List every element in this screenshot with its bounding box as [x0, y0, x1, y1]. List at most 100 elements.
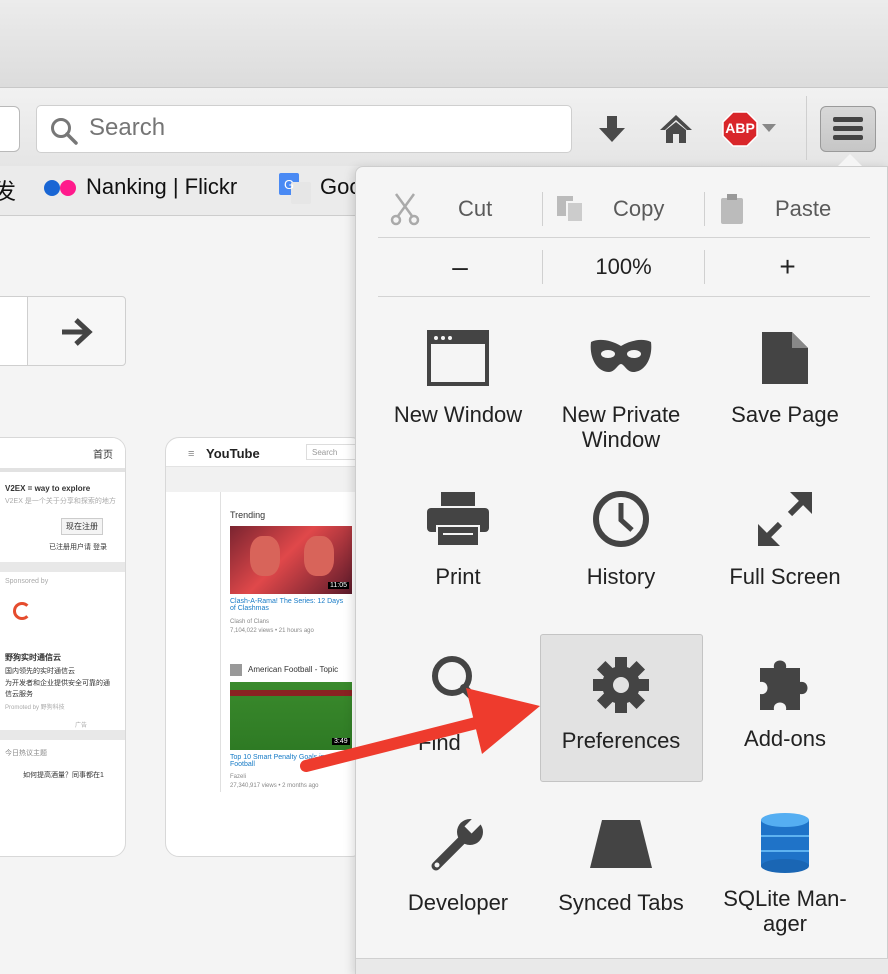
- video-title-2[interactable]: Top 10 Smart Penalty Goals in Football: [230, 754, 350, 768]
- scissors-icon: [390, 193, 420, 226]
- menu-divider-2: [378, 296, 870, 297]
- synced-tabs-icon: [590, 820, 652, 868]
- database-icon: [761, 813, 809, 873]
- video-channel-2: Fazeli: [230, 774, 247, 780]
- developer-label: Developer: [407, 890, 509, 915]
- synced-tabs-button[interactable]: Synced Tabs: [541, 818, 701, 915]
- clipboard-icon: [721, 194, 743, 224]
- paste-button[interactable]: Paste: [705, 186, 870, 232]
- new-private-window-label-line1: New Private: [561, 402, 681, 427]
- print-button[interactable]: Print: [378, 490, 538, 589]
- page-search-go-button[interactable]: [27, 296, 126, 366]
- top-site-tile-v2ex[interactable]: 首页 V2EX = way to explore V2EX 是一个关于分享和探索…: [0, 437, 126, 857]
- zoom-out-button[interactable]: –: [378, 244, 542, 290]
- video-meta-2: 27,340,917 views • 2 months ago: [230, 783, 319, 789]
- search-bar[interactable]: [36, 105, 572, 153]
- history-label: History: [586, 564, 656, 589]
- download-arrow-icon[interactable]: [596, 114, 628, 146]
- search-icon: [51, 118, 78, 145]
- zoom-in-button[interactable]: +: [705, 244, 870, 290]
- video-thumbnail-1[interactable]: 11:05: [230, 526, 352, 594]
- new-window-button[interactable]: New Window: [378, 330, 538, 427]
- mask-icon: [590, 339, 652, 372]
- window-titlebar: [0, 0, 888, 88]
- bookmark-item-flickr[interactable]: Nanking | Flickr: [86, 174, 237, 200]
- v2ex-sponsored: Sponsored by: [5, 578, 49, 585]
- developer-button[interactable]: Developer: [378, 816, 538, 915]
- new-window-label: New Window: [393, 402, 523, 427]
- v2ex-hot-heading: 今日热议主题: [5, 750, 47, 757]
- svg-text:G: G: [284, 177, 294, 192]
- cut-label: Cut: [458, 196, 493, 221]
- new-private-window-button[interactable]: New Private Window: [541, 336, 701, 452]
- new-private-window-label-line2: Window: [581, 427, 661, 452]
- find-button[interactable]: Find: [378, 654, 538, 755]
- google-translate-icon: G: [279, 173, 311, 204]
- sqlite-manager-label-line1: SQLite Man-: [723, 886, 847, 911]
- youtube-logo: YouTube: [206, 446, 260, 461]
- copy-icon: [557, 196, 584, 223]
- adblock-plus-button[interactable]: ABP: [722, 110, 782, 148]
- puzzle-icon: [760, 660, 808, 710]
- paste-label: Paste: [775, 196, 832, 221]
- video-title-1[interactable]: Clash-A-Rama! The Series: 12 Days of Cla…: [230, 598, 350, 612]
- panel-arrow: [838, 154, 862, 166]
- search-input[interactable]: [89, 114, 549, 142]
- v2ex-ad-logo: [13, 602, 31, 620]
- video-duration-1: 11:05: [328, 582, 349, 589]
- history-button[interactable]: History: [541, 490, 701, 589]
- youtube-search: Search: [312, 448, 338, 457]
- printer-icon: [427, 492, 489, 547]
- save-page-label: Save Page: [731, 402, 839, 427]
- chevron-down-icon: [762, 124, 776, 132]
- wrench-icon: [431, 816, 483, 871]
- v2ex-ad-promo: Promoted by 野狗科技: [5, 705, 65, 711]
- v2ex-ad-line2: 为开发者和企业提供安全可靠的通: [5, 680, 110, 687]
- menu-footer: [356, 958, 888, 974]
- add-ons-label: Add-ons: [744, 726, 826, 751]
- v2ex-hot-item: 如何提高酒量？同事都在1: [23, 772, 104, 779]
- toolbar-separator: [806, 96, 807, 160]
- v2ex-ad-line3: 信云服务: [5, 691, 33, 698]
- video-meta-1: 7,104,022 views • 21 hours ago: [230, 628, 314, 634]
- find-label: Find: [418, 730, 461, 755]
- add-ons-button[interactable]: Add-ons: [705, 652, 865, 751]
- preferences-label: Preferences: [561, 728, 681, 753]
- youtube-trending: Trending: [230, 510, 266, 520]
- v2ex-ad-tag: 广告: [75, 723, 88, 729]
- v2ex-ad-line1: 国内领先的实时通信云: [5, 668, 75, 675]
- v2ex-title: V2EX = way to explore: [5, 484, 91, 493]
- copy-label: Copy: [613, 196, 665, 221]
- preferences-button[interactable]: Preferences: [541, 656, 701, 753]
- print-label: Print: [435, 564, 481, 589]
- video-channel-1: Clash of Clans: [230, 619, 270, 625]
- menu-divider-1: [378, 237, 870, 238]
- sqlite-manager-label-line2: ager: [762, 911, 808, 936]
- zoom-out-label: –: [452, 251, 468, 282]
- bookmark-item-partial[interactable]: 发: [0, 174, 16, 206]
- zoom-reset-button[interactable]: 100%: [543, 244, 704, 290]
- window-icon: [427, 330, 489, 386]
- top-site-tile-youtube[interactable]: ≡ YouTube Search Trending 11:05 Clash-A-…: [165, 437, 365, 857]
- cut-button[interactable]: Cut: [378, 186, 542, 232]
- magnifier-icon: [432, 656, 486, 710]
- arrow-right-icon: [62, 318, 93, 346]
- v2ex-nav: 首页: [93, 450, 113, 461]
- synced-tabs-label: Synced Tabs: [558, 890, 684, 915]
- page-icon: [762, 332, 808, 384]
- youtube-topic: American Football - Topic: [248, 665, 339, 674]
- v2ex-ad-title: 野狗实时通信云: [5, 653, 61, 662]
- sqlite-manager-button[interactable]: SQLite Man- ager: [705, 812, 865, 936]
- v2ex-login-note: 已注册用户请 登录: [49, 544, 107, 551]
- url-bar[interactable]: [0, 106, 20, 152]
- copy-button[interactable]: Copy: [543, 186, 704, 232]
- video-duration-2: 3:49: [332, 738, 350, 745]
- save-page-button[interactable]: Save Page: [705, 330, 865, 427]
- open-menu-button[interactable]: [820, 106, 876, 152]
- full-screen-button[interactable]: Full Screen: [705, 490, 865, 589]
- full-screen-label: Full Screen: [729, 564, 841, 589]
- video-thumbnail-2[interactable]: 3:49: [230, 682, 352, 750]
- v2ex-subtitle: V2EX 是一个关于分享和探索的地方: [5, 498, 116, 505]
- page-search-field[interactable]: [0, 296, 28, 366]
- home-icon[interactable]: [659, 113, 693, 145]
